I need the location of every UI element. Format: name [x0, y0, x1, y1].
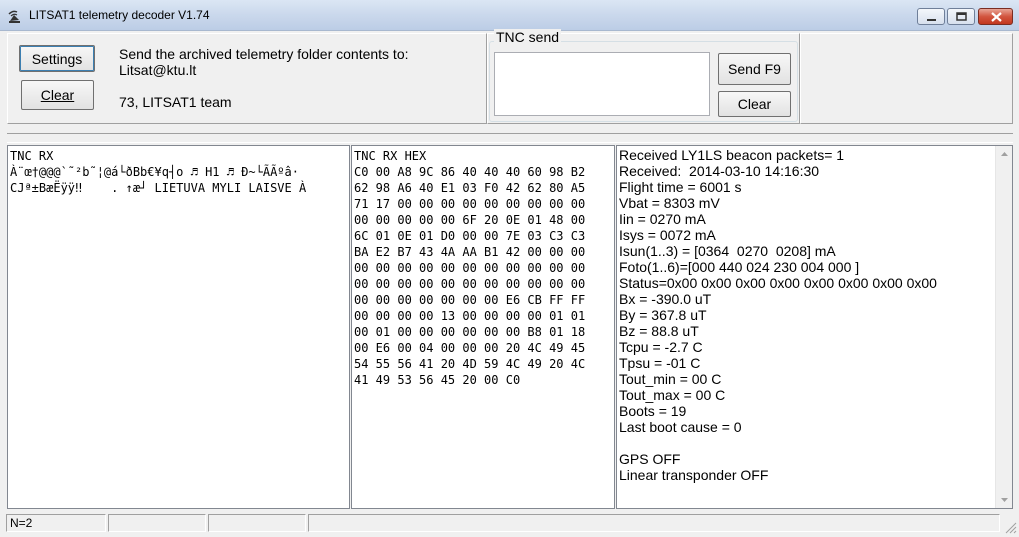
tnc-send-label: TNC send [494, 29, 562, 45]
splitter-strip [7, 133, 1013, 143]
scroll-down-icon[interactable] [996, 491, 1013, 508]
telemetry-line: Tcpu = -2.7 C [619, 339, 703, 355]
tnc-clear-button[interactable]: Clear [718, 91, 791, 117]
send-f9-button[interactable]: Send F9 [718, 53, 791, 85]
telemetry-line: Linear transponder OFF [619, 467, 769, 483]
close-button[interactable] [978, 8, 1013, 25]
maximize-icon [956, 12, 967, 21]
archive-message: Send the archived telemetry folder conte… [119, 46, 409, 62]
hex-line: 00 00 00 00 00 6F 20 0E 01 48 00 [354, 213, 586, 227]
telemetry-box[interactable]: Received LY1LS beacon packets= 1 Receive… [616, 145, 1013, 509]
tnc-rx-line: CJª±BæËÿÿ‼ . ↑æ┘ LIETUVA MYLI LAISVE À [10, 181, 307, 195]
minimize-icon [927, 19, 936, 21]
status-bar: N=2 [0, 512, 1019, 537]
hex-line: C0 00 A8 9C 86 40 40 40 60 98 B2 [354, 165, 586, 179]
minimize-button[interactable] [917, 8, 945, 25]
hex-line: 00 00 00 00 00 00 00 E6 CB FF FF [354, 293, 586, 307]
telemetry-line: Status=0x00 0x00 0x00 0x00 0x00 0x00 0x0… [619, 275, 937, 291]
tnc-rx-hex-box[interactable]: TNC RX HEX C0 00 A8 9C 86 40 40 40 60 98… [351, 145, 615, 509]
status-cell-3 [208, 514, 306, 532]
telemetry-line: Bx = -390.0 uT [619, 291, 712, 307]
hex-line: 62 98 A6 40 E1 03 F0 42 62 80 A5 [354, 181, 586, 195]
close-icon [991, 12, 1002, 22]
settings-button[interactable]: Settings [19, 45, 95, 72]
telemetry-line: By = 367.8 uT [619, 307, 707, 323]
telemetry-line: Foto(1..6)=[000 440 024 230 004 000 ] [619, 259, 860, 275]
telemetry-line: Tout_max = 00 C [619, 387, 726, 403]
empty-panel [800, 33, 1013, 124]
hex-line: BA E2 B7 43 4A AA B1 42 00 00 00 [354, 245, 586, 259]
hex-line: 6C 01 0E 01 D0 00 00 7E 03 C3 C3 [354, 229, 586, 243]
status-cell-2 [108, 514, 206, 532]
contact-email: Litsat@ktu.lt [119, 62, 197, 78]
status-cell-4 [308, 514, 1000, 532]
satellite-dish-icon [7, 8, 23, 24]
title-bar[interactable]: LITSAT1 telemetry decoder V1.74 [0, 0, 1019, 31]
telemetry-line: Iin = 0270 mA [619, 211, 706, 227]
window-title: LITSAT1 telemetry decoder V1.74 [29, 8, 210, 22]
tnc-rx-header: TNC RX [10, 149, 54, 163]
hex-line: 54 55 56 41 20 4D 59 4C 49 20 4C [354, 357, 586, 371]
tnc-rx-line: À¨œ†@@@`˜²b˜¦@á└ðBb€¥q┤o ♬ H1 ♬ Ð~└ÃÃºâ· [10, 165, 299, 179]
resize-grip-icon[interactable] [1003, 520, 1017, 534]
scroll-up-icon[interactable] [996, 146, 1013, 163]
team-signature: 73, LITSAT1 team [119, 94, 232, 110]
telemetry-line: Isun(1..3) = [0364 0270 0208] mA [619, 243, 836, 259]
tnc-rx-box[interactable]: TNC RX À¨œ†@@@`˜²b˜¦@á└ðBb€¥q┤o ♬ H1 ♬ Ð… [7, 145, 350, 509]
telemetry-line [617, 435, 1012, 451]
tnc-send-input[interactable] [494, 52, 710, 116]
hex-line: 00 01 00 00 00 00 00 00 B8 01 18 [354, 325, 586, 339]
hex-line: 71 17 00 00 00 00 00 00 00 00 00 [354, 197, 586, 211]
telemetry-line: Flight time = 6001 s [619, 179, 742, 195]
hex-line: 41 49 53 56 45 20 00 C0 [354, 373, 521, 387]
telemetry-line: GPS OFF [619, 451, 681, 467]
telemetry-scrollbar[interactable] [995, 146, 1012, 508]
telemetry-line: Received: 2014-03-10 14:16:30 [619, 163, 820, 179]
status-count: N=2 [6, 514, 106, 532]
telemetry-line: Boots = 19 [619, 403, 687, 419]
clear-button[interactable]: Clear [21, 80, 94, 110]
telemetry-line: Tout_min = 00 C [619, 371, 722, 387]
tnc-rx-hex-header: TNC RX HEX [354, 149, 427, 163]
hex-line: 00 E6 00 04 00 00 00 20 4C 49 45 [354, 341, 586, 355]
telemetry-line: Tpsu = -01 C [619, 355, 701, 371]
maximize-button[interactable] [947, 8, 975, 25]
hex-line: 00 00 00 00 13 00 00 00 00 01 01 [354, 309, 586, 323]
telemetry-line: Isys = 0072 mA [619, 227, 716, 243]
clear-button-label: Clear [40, 87, 75, 103]
hex-line: 00 00 00 00 00 00 00 00 00 00 00 [354, 277, 586, 291]
telemetry-line: Received LY1LS beacon packets= 1 [619, 147, 845, 163]
hex-line: 00 00 00 00 00 00 00 00 00 00 00 [354, 261, 586, 275]
telemetry-line: Last boot cause = 0 [619, 419, 742, 435]
telemetry-line: Bz = 88.8 uT [619, 323, 699, 339]
telemetry-line: Vbat = 8303 mV [619, 195, 720, 211]
